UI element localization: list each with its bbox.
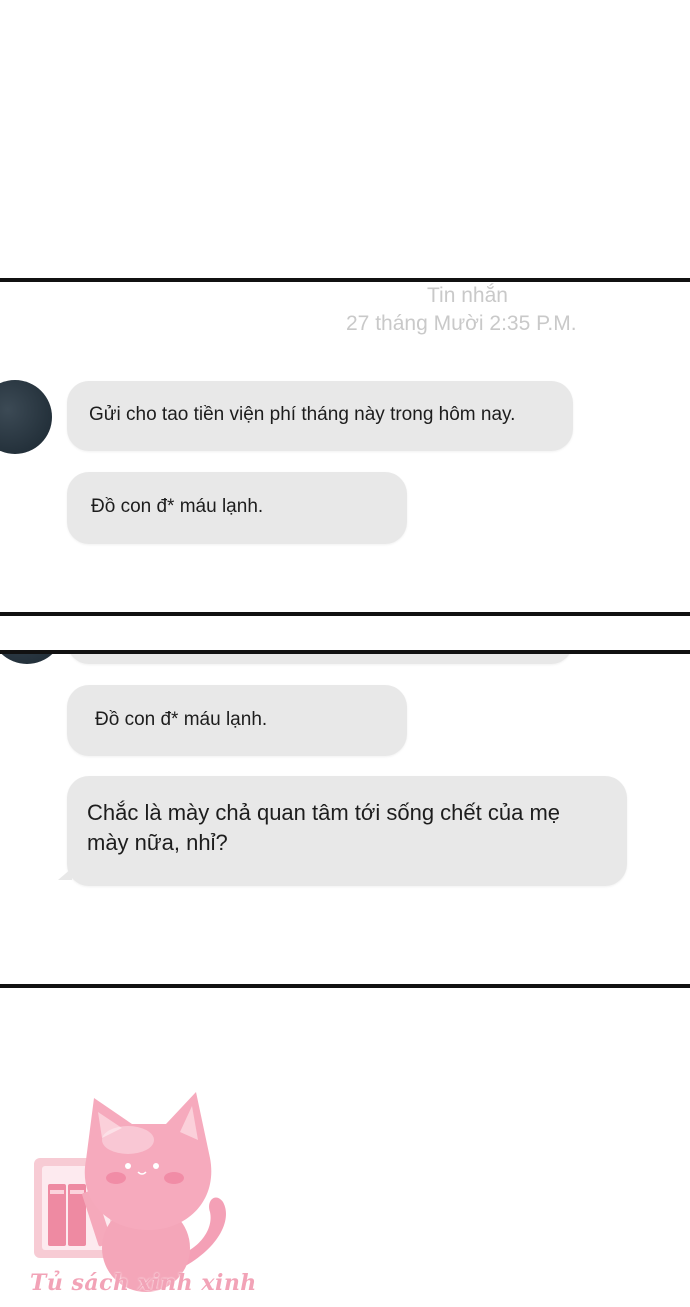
watermark-text: Tủ sách xinh xinh: [30, 1270, 257, 1296]
message-bubble[interactable]: Gửi cho tao tiền viện phí tháng này tron…: [67, 381, 573, 451]
panel-2-bottom-border: [0, 984, 690, 988]
message-text-line-2: mày nữa, nhỉ?: [87, 830, 228, 855]
bubble-tail: [58, 868, 72, 880]
message-text: Đồ con đ* máu lạnh.: [95, 709, 268, 730]
panel-2-chat: Đồ con đ* máu lạnh. Chắc là mày chả quan…: [0, 654, 690, 984]
message-bubble[interactable]: Chắc là mày chả quan tâm tới sống chết c…: [67, 776, 627, 886]
cat-logo: [34, 1092, 226, 1292]
conversation-title: Tin nhắn: [427, 284, 508, 307]
message-bubble[interactable]: Đồ con đ* máu lạnh.: [67, 685, 407, 756]
blank-top-area: [0, 0, 690, 278]
message-bubble[interactable]: Đồ con đ* máu lạnh.: [67, 472, 407, 544]
panel-1-chat: Tin nhắn 27 tháng Mười 2:35 P.M. Gửi cho…: [0, 282, 690, 612]
conversation-timestamp: 27 tháng Mười 2:35 P.M.: [346, 312, 577, 335]
sender-avatar[interactable]: [0, 654, 64, 664]
panel-gap: [0, 616, 690, 650]
sender-avatar[interactable]: [0, 380, 52, 454]
message-text-line-1: Chắc là mày chả quan tâm tới sống chết c…: [87, 800, 560, 825]
message-bubble-cropped: [67, 654, 573, 664]
message-text: Gửi cho tao tiền viện phí tháng này tron…: [89, 404, 516, 425]
message-text: Đồ con đ* máu lạnh.: [91, 496, 264, 517]
